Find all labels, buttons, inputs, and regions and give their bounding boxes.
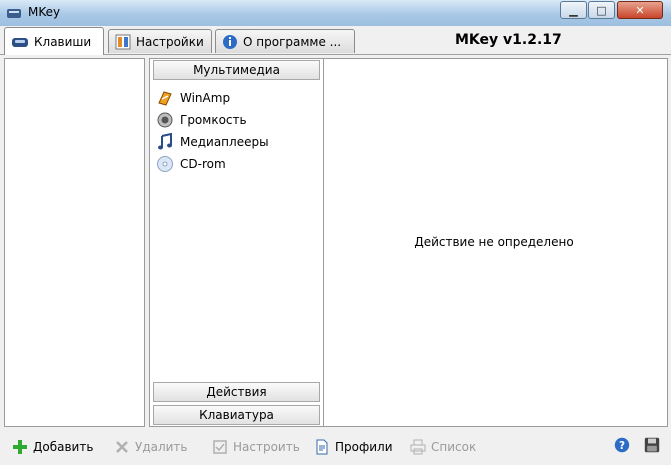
svg-text:?: ? <box>619 440 625 452</box>
delete-button[interactable]: Удалить <box>114 439 188 455</box>
list-item-label: Медиаплееры <box>180 135 269 149</box>
keyboard-icon <box>12 37 28 47</box>
list-item-cdrom[interactable]: CD-rom <box>156 153 269 175</box>
document-icon <box>316 439 328 455</box>
list-button[interactable]: Список <box>410 439 476 455</box>
settings-icon <box>115 34 131 49</box>
maximize-button[interactable]: □ <box>588 1 615 19</box>
action-status-text: Действие не определено <box>414 235 574 249</box>
music-note-icon <box>158 133 172 150</box>
close-icon: ✕ <box>635 3 645 17</box>
delete-button-label: Удалить <box>135 440 188 454</box>
delete-x-icon <box>116 441 128 453</box>
bottom-toolbar: Добавить Удалить Настроить Профили Списо… <box>0 431 671 465</box>
plus-icon <box>13 440 27 454</box>
categories-panel: Мультимедиа WinAmp Громкость Медиаплееры… <box>149 58 324 427</box>
title-bar[interactable]: MKey ▁ □ ✕ <box>0 0 671 26</box>
configure-button[interactable]: Настроить <box>212 439 300 455</box>
tab-about[interactable]: О программе ... <box>215 29 355 53</box>
add-button[interactable]: Добавить <box>12 439 93 455</box>
add-button-label: Добавить <box>33 440 94 454</box>
minimize-button[interactable]: ▁ <box>560 1 587 19</box>
list-item-volume[interactable]: Громкость <box>156 109 269 131</box>
list-item-label: CD-rom <box>180 157 226 171</box>
list-item-label: Громкость <box>180 113 247 127</box>
info-icon <box>223 34 237 49</box>
help-icon: ? <box>614 437 630 453</box>
keyboard-app-icon <box>7 9 21 18</box>
profiles-button-label: Профили <box>335 440 393 454</box>
tab-keys-label: Клавиши <box>34 34 92 49</box>
save-button[interactable] <box>644 437 660 453</box>
list-item-winamp[interactable]: WinAmp <box>156 87 269 109</box>
cd-icon <box>157 156 173 172</box>
group-actions[interactable]: Действия <box>153 382 320 402</box>
keys-list-panel[interactable] <box>4 58 145 427</box>
profiles-button[interactable]: Профили <box>314 439 393 455</box>
list-button-label: Список <box>431 440 477 454</box>
maximize-icon: □ <box>596 3 607 17</box>
tab-keys[interactable]: Клавиши <box>4 27 104 55</box>
tab-about-label: О программе ... <box>243 34 342 49</box>
close-button[interactable]: ✕ <box>617 1 663 19</box>
list-item-label: WinAmp <box>180 91 231 105</box>
configure-button-label: Настроить <box>233 440 300 454</box>
action-panel: Действие не определено <box>324 58 668 427</box>
checklist-icon <box>213 440 227 454</box>
group-multimedia[interactable]: Мультимедиа <box>153 60 320 80</box>
printer-icon <box>410 439 426 455</box>
tab-settings-label: Настройки <box>136 34 204 49</box>
window-title: MKey <box>28 5 61 19</box>
client-area: Клавиши Настройки О программе ... MKey v… <box>0 26 671 465</box>
help-button[interactable]: ? <box>614 437 630 453</box>
winamp-icon <box>158 91 172 106</box>
minimize-icon: ▁ <box>569 3 578 17</box>
group-keyboard[interactable]: Клавиатура <box>153 405 320 425</box>
app-window: MKey ▁ □ ✕ Клавиши Настройки О программе… <box>0 0 671 465</box>
floppy-disk-icon <box>644 437 660 453</box>
list-item-mediaplayers[interactable]: Медиаплееры <box>156 131 269 153</box>
speaker-icon <box>157 112 173 128</box>
tab-settings[interactable]: Настройки <box>108 29 212 53</box>
version-label: MKey v1.2.17 <box>455 32 562 48</box>
multimedia-list: WinAmp Громкость Медиаплееры CD-rom <box>156 87 269 175</box>
tab-bar: Клавиши Настройки О программе ... MKey v… <box>0 26 671 55</box>
